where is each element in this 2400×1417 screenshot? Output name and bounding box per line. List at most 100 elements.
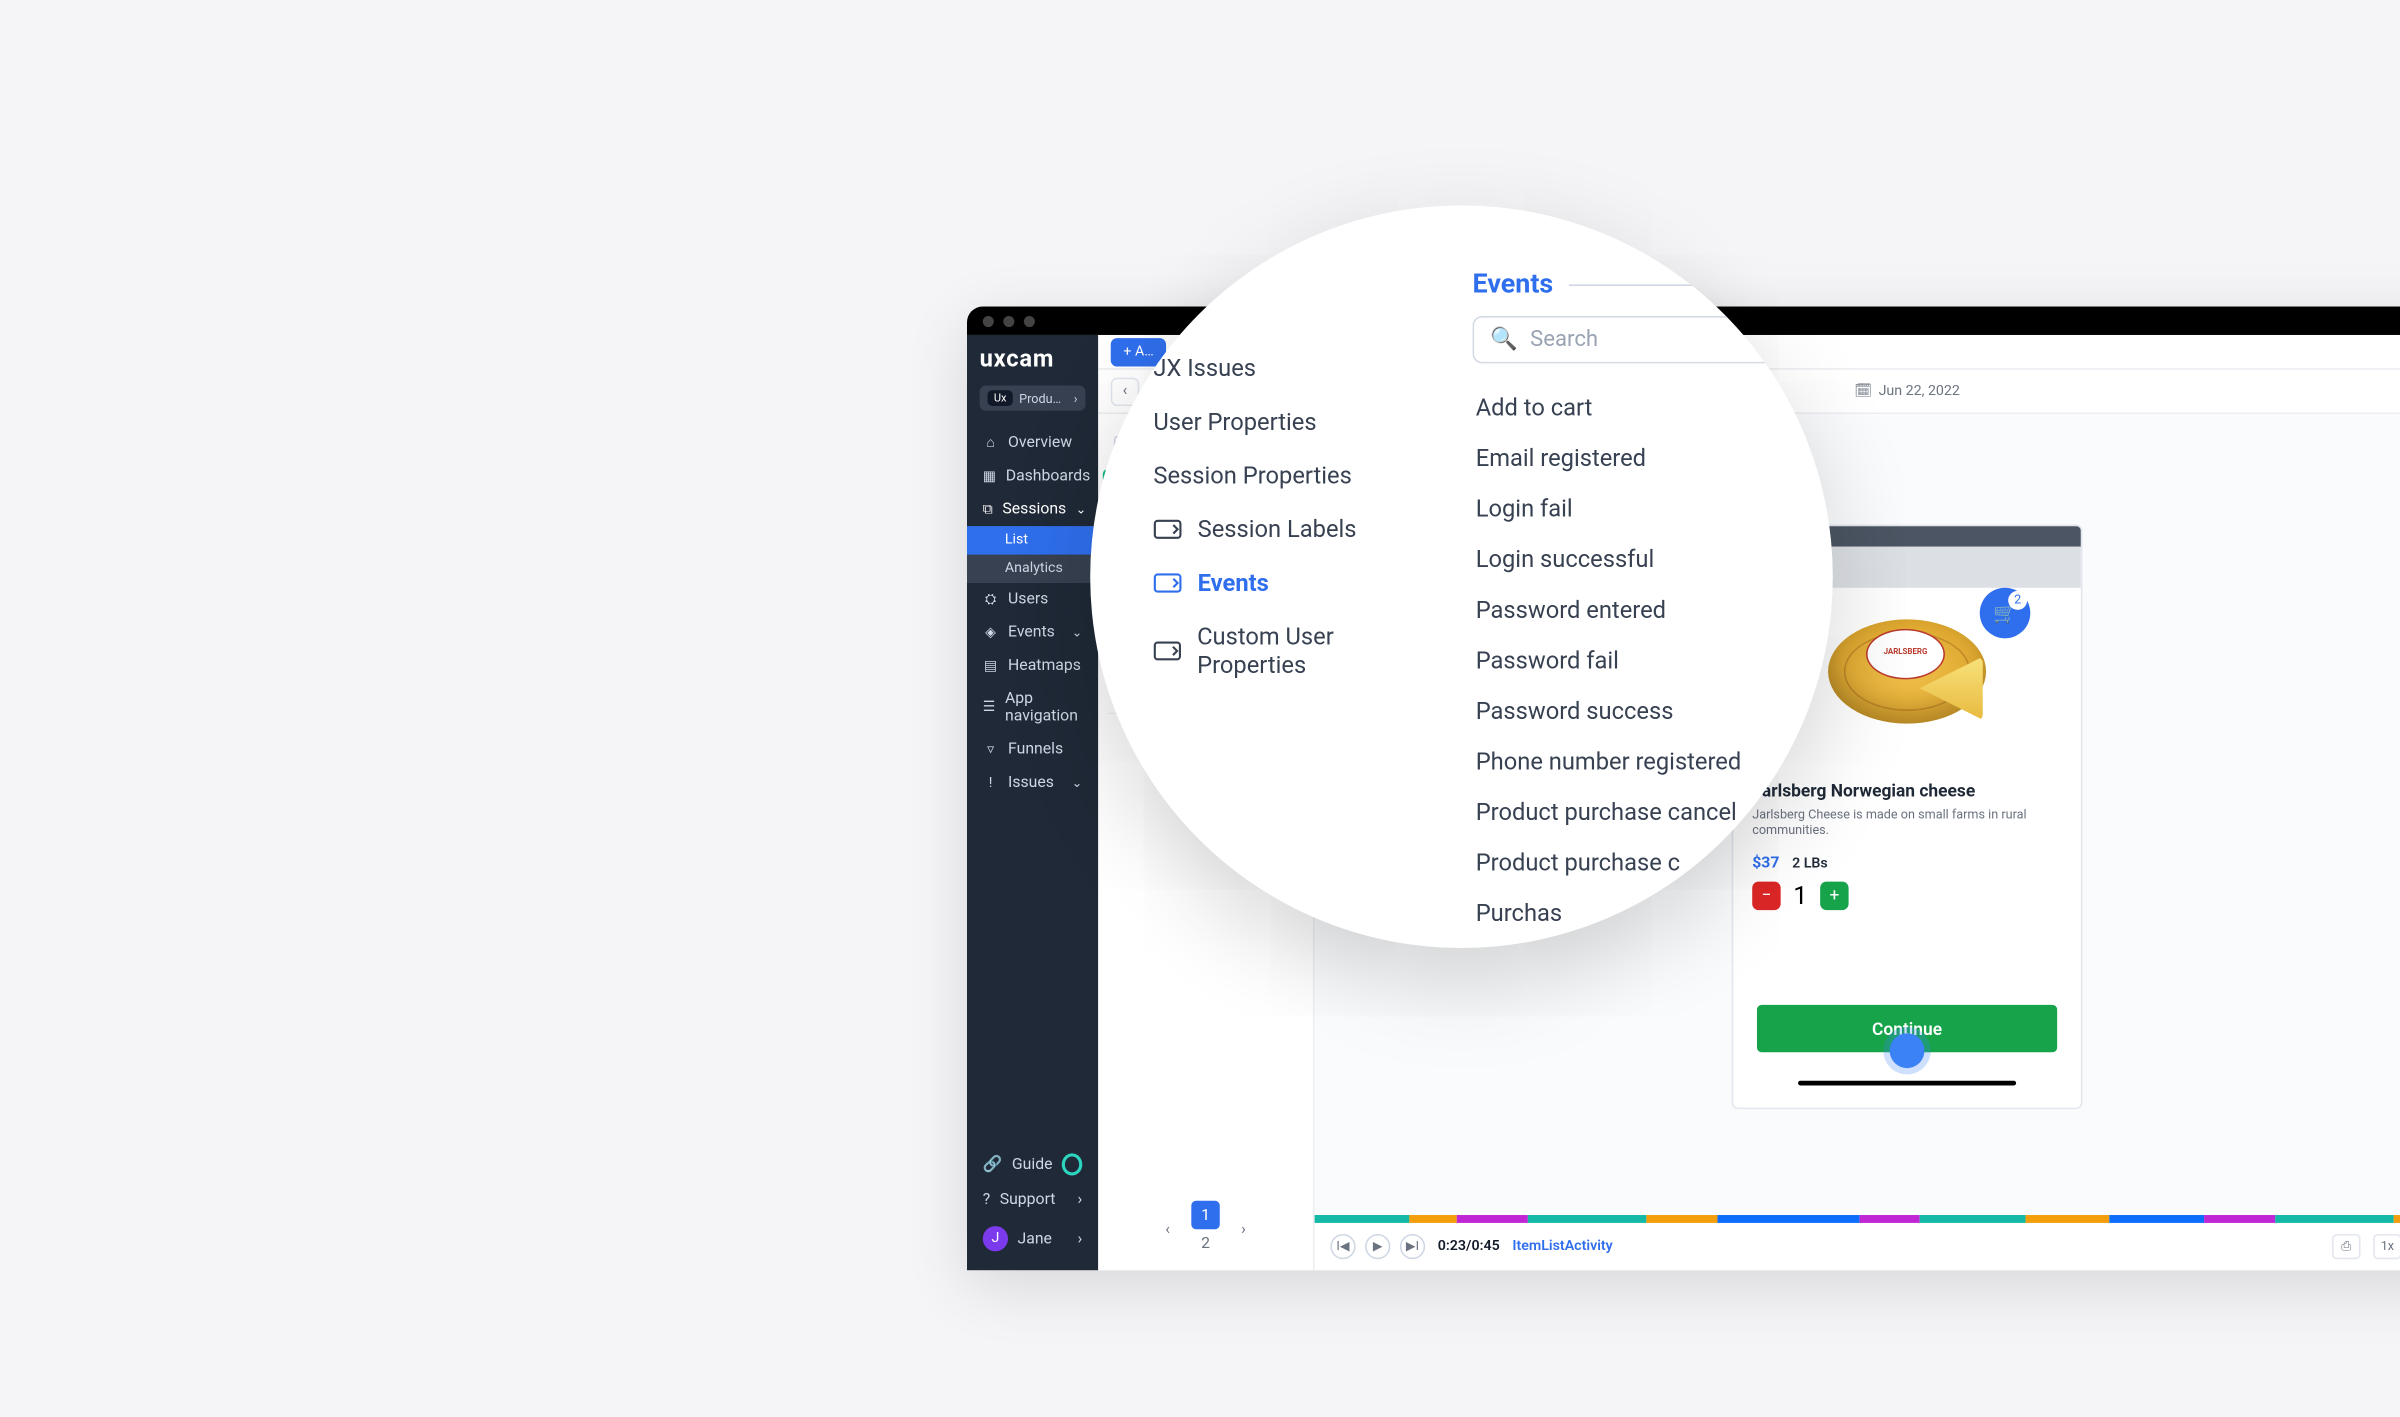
sidebar-item-dashboards[interactable]: ▦DashboardsNew [967,460,1098,493]
nav-icon: ⛭ [983,592,999,608]
timeline-segment[interactable] [1919,1215,2026,1223]
sidebar-item-funnels[interactable]: ▿Funnels [967,733,1098,766]
product-price: $37 [1752,855,1779,872]
user-menu[interactable]: J Jane › [967,1217,1098,1261]
product-title: Jarlsberg Norwegian cheese [1752,780,1975,801]
session-date: 🗓 Jun 22, 2022 [1854,383,1960,399]
timeline-segment[interactable] [2109,1215,2204,1223]
playback-time: 0:23/0:45 [1438,1238,1500,1254]
cart-badge[interactable]: 🛒 2 [1980,587,2031,638]
window-dot [1024,315,1035,326]
cart-count: 2 [2008,590,2027,609]
qty-decrement-button[interactable]: − [1752,881,1780,909]
home-bar [1799,1081,2016,1086]
timeline-segment[interactable] [1409,1215,1456,1223]
timeline-segment[interactable] [1457,1215,1528,1223]
progress-ring-icon [1062,1153,1082,1175]
sidebar: uxcam Ux Productio… › ⌂Overview▦Dashboar… [967,335,1098,1270]
filter-category-custom-user-properties[interactable]: Custom User Properties [1128,610,1444,692]
brand-logo: uxcam [967,335,1098,376]
player-bar: I◀ ▶ ▶I 0:23/0:45 ItemListActivity ⎙ 1x … [1315,1220,2400,1271]
timeline-segment[interactable] [1860,1215,1919,1223]
sidebar-item-issues[interactable]: !Issues⌄ [967,766,1098,799]
filter-category-user-properties[interactable]: User Properties [1128,395,1444,449]
link-icon: 🔗 [983,1156,1003,1173]
label-icon [1153,572,1181,594]
event-option[interactable]: Password fail [1473,635,1817,686]
timeline-segment[interactable] [2274,1215,2393,1223]
help-icon: ? [983,1191,990,1208]
nav-icon: ☰ [983,700,996,716]
chevron-down-icon: ⌄ [1072,626,1083,640]
sidebar-item-app-navigation[interactable]: ☰App navigation [967,683,1098,734]
timeline-segment[interactable] [1528,1215,1647,1223]
filter-category-events[interactable]: Events [1128,556,1444,610]
label-icon [1153,518,1181,540]
search-icon: 🔍 [1490,327,1518,352]
search-magnifier-overlay: JX IssuesUser PropertiesSession Properti… [1090,205,1833,948]
skip-end-button[interactable]: ▶I [1400,1233,1425,1258]
event-option[interactable]: Email registered [1473,433,1817,484]
events-header: Events [1473,269,1817,301]
filter-categories: JX IssuesUser PropertiesSession Properti… [1128,262,1444,891]
sidebar-item-support[interactable]: ? Support › [967,1183,1098,1216]
user-name: Jane [1018,1230,1052,1247]
qty-value: 1 [1793,881,1807,911]
filter-category-session-properties[interactable]: Session Properties [1128,449,1444,503]
qty-increment-button[interactable]: + [1820,881,1848,909]
continue-button[interactable]: Continue [1757,1005,2057,1052]
sidebar-item-overview[interactable]: ⌂Overview [967,427,1098,460]
product-description: Jarlsberg Cheese is made on small farms … [1752,807,2052,840]
nav-icon: ! [983,775,999,791]
speed-button[interactable]: 1x [2373,1233,2400,1258]
pager-page[interactable]: 1 [1191,1201,1219,1229]
chevron-right-icon: › [1074,391,1078,405]
calendar-icon: 🗓 [1854,383,1872,399]
nav-list: ⌂Overview▦DashboardsNew⧉Sessions⌄ListAna… [967,420,1098,799]
env-chip: Ux [988,390,1013,406]
current-activity: ItemListActivity [1512,1238,1612,1254]
env-name: Productio… [1019,391,1067,405]
window-dot [983,315,994,326]
chevron-right-icon: › [1078,1230,1083,1247]
event-option[interactable]: Login fail [1473,483,1817,534]
event-option[interactable]: Phone number registered [1473,736,1817,787]
timeline-segment[interactable] [2026,1215,2109,1223]
product-image: JARLSBERG [1812,603,2002,761]
event-option[interactable]: Login successful [1473,534,1817,585]
tap-indicator-icon [1890,1034,1925,1069]
nav-icon: ◈ [983,625,999,641]
event-option[interactable]: Add to cart [1473,382,1817,433]
sidebar-subitem-analytics[interactable]: Analytics [967,555,1098,583]
sidebar-subitem-list[interactable]: List [967,526,1098,554]
pager-page[interactable]: 2 [1191,1229,1219,1257]
sidebar-item-guide[interactable]: 🔗 Guide [967,1146,1098,1184]
sidebar-item-users[interactable]: ⛭Users [967,583,1098,616]
timeline-segment[interactable] [1315,1215,1410,1223]
nav-icon: ▿ [983,742,999,758]
timeline-segment[interactable] [2203,1215,2274,1223]
nav-icon: ▤ [983,658,999,674]
sidebar-item-sessions[interactable]: ⧉Sessions⌄ [967,493,1098,526]
event-option[interactable]: Password entered [1473,585,1817,636]
pager-next[interactable]: › [1229,1215,1257,1243]
window-dot [1003,315,1014,326]
filter-category-session-labels[interactable]: Session Labels [1128,502,1444,556]
timeline-segment[interactable] [2393,1215,2400,1223]
nav-icon: ⌂ [983,435,999,452]
sidebar-item-heatmaps[interactable]: ▤Heatmaps [967,649,1098,682]
timeline-segment[interactable] [1646,1215,1717,1223]
timeline-segments[interactable] [1315,1215,2400,1223]
sidebar-item-events[interactable]: ◈Events⌄ [967,616,1098,649]
nav-icon: ▦ [983,468,996,484]
play-button[interactable]: ▶ [1365,1233,1390,1258]
timeline-segment[interactable] [1717,1215,1859,1223]
skip-start-button[interactable]: I◀ [1330,1233,1355,1258]
avatar: J [983,1226,1008,1251]
capture-button[interactable]: ⎙ [2332,1233,2360,1258]
environment-selector[interactable]: Ux Productio… › [980,386,1086,411]
chevron-down-icon: ⌄ [1076,502,1087,516]
filter-category-jx-issues[interactable]: JX Issues [1128,341,1444,395]
event-option[interactable]: Password success [1473,686,1817,737]
pager-prev[interactable]: ‹ [1153,1215,1181,1243]
